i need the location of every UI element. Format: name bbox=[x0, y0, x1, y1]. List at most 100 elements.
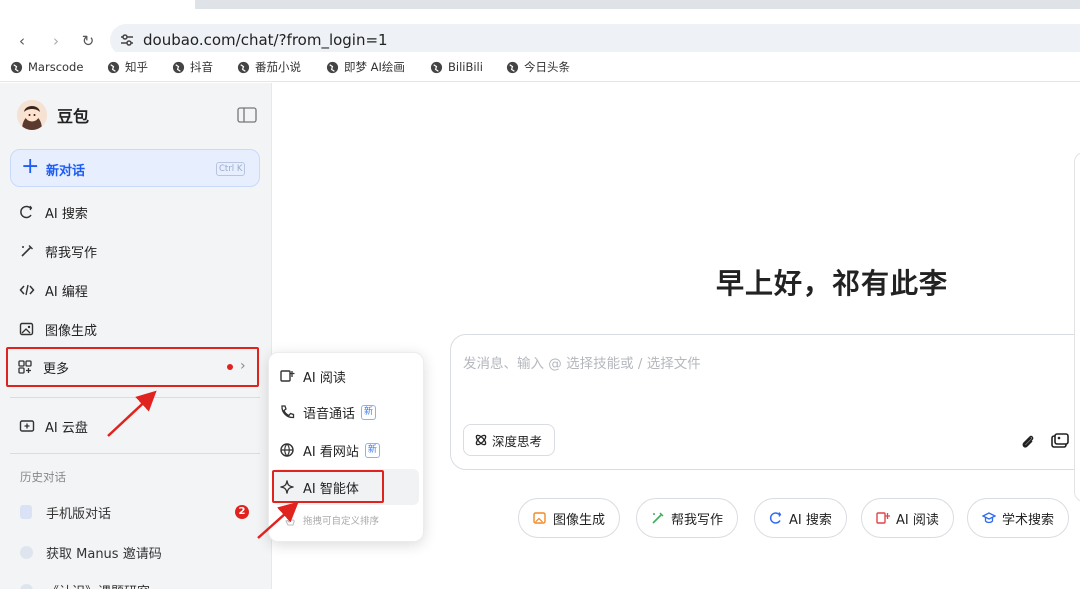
site-settings-icon[interactable] bbox=[118, 31, 136, 49]
globe-icon bbox=[237, 61, 250, 73]
globe-icon bbox=[326, 61, 339, 73]
sidebar-divider bbox=[10, 397, 260, 398]
plus-icon: + bbox=[21, 154, 40, 179]
chat-input-card[interactable]: 发消息、输入 @ 选择技能或 / 选择文件 深度思考 bbox=[450, 334, 1080, 470]
menu-item-label: AI 阅读 bbox=[303, 370, 346, 386]
grid-icon bbox=[18, 360, 32, 374]
new-chat-label: 新对话 bbox=[46, 164, 86, 179]
url-text[interactable]: doubao.com/chat/?from_login=1 bbox=[143, 29, 388, 51]
sidebar-item-ai-search[interactable]: AI 搜索 bbox=[10, 195, 260, 229]
cloud-drive-icon bbox=[19, 420, 35, 432]
shortcut-hint: Ctrl K bbox=[216, 162, 246, 176]
more-menu: AI 阅读 语音通话 新 AI 看网站 新 AI 智能体 拖拽可自定义排序 bbox=[268, 352, 424, 542]
ai-search-icon bbox=[20, 205, 33, 219]
bookmark-marscode[interactable]: Marscode bbox=[10, 59, 83, 75]
new-chat-button[interactable]: + 新对话 Ctrl K bbox=[10, 149, 260, 187]
web-icon bbox=[280, 443, 294, 457]
drag-hand-icon bbox=[285, 515, 295, 526]
sidebar-item-coding[interactable]: AI 编程 bbox=[10, 273, 260, 307]
new-badge: 新 bbox=[361, 404, 377, 420]
history-item[interactable]: 手机版对话 bbox=[20, 501, 111, 523]
quick-chip-image-gen[interactable]: 图像生成 bbox=[518, 498, 621, 538]
phone-icon bbox=[20, 505, 32, 519]
sidebar-toggle-icon[interactable] bbox=[237, 107, 257, 123]
deep-think-label: 深度思考 bbox=[492, 433, 543, 449]
phone-call-icon bbox=[281, 405, 295, 419]
sidebar-item-label: AI 云盘 bbox=[45, 420, 88, 436]
sidebar-divider bbox=[10, 453, 260, 454]
bookmark-bilibili[interactable]: BiliBili bbox=[430, 59, 483, 75]
bookmark-fanqie[interactable]: 番茄小说 bbox=[237, 59, 301, 75]
chevron-right-icon: › bbox=[240, 358, 246, 374]
bookmark-toutiao[interactable]: 今日头条 bbox=[506, 59, 570, 75]
globe-icon bbox=[172, 61, 185, 73]
image-icon bbox=[19, 322, 34, 336]
avatar-face-icon bbox=[17, 100, 47, 130]
chat-bubble-icon bbox=[20, 545, 33, 559]
tab-strip-background bbox=[195, 0, 1080, 9]
atom-icon bbox=[475, 434, 487, 446]
quick-chip-writing[interactable]: 帮我写作 bbox=[636, 498, 739, 538]
unread-badge: 2 bbox=[235, 505, 249, 519]
reload-icon[interactable]: ↻ bbox=[78, 31, 98, 51]
menu-item-ai-website[interactable]: AI 看网站 新 bbox=[279, 436, 380, 464]
sidebar-item-image-gen[interactable]: 图像生成 bbox=[10, 312, 260, 346]
quick-chip-academic-search[interactable]: 学术搜索 bbox=[967, 498, 1070, 538]
globe-icon bbox=[430, 61, 443, 73]
history-title: 历史对话 bbox=[20, 470, 66, 484]
sidebar-item-writing[interactable]: 帮我写作 bbox=[10, 234, 260, 268]
tab-strip bbox=[0, 0, 1080, 10]
menu-item-label: 语音通话 bbox=[303, 406, 356, 422]
deep-think-button[interactable]: 深度思考 bbox=[463, 424, 556, 456]
avatar[interactable] bbox=[17, 100, 47, 130]
attach-icon[interactable] bbox=[1019, 433, 1037, 451]
pen-icon bbox=[652, 512, 664, 524]
globe-icon bbox=[107, 61, 120, 73]
menu-item-ai-reading[interactable]: AI 阅读 bbox=[279, 362, 346, 390]
quick-chip-ai-reading[interactable]: AI 阅读 bbox=[861, 498, 954, 538]
forward-icon[interactable]: › bbox=[46, 31, 66, 51]
notification-dot bbox=[227, 364, 233, 370]
history-item-label[interactable]: 《认识》课题研究 bbox=[46, 581, 150, 589]
sidebar-item-label: 帮我写作 bbox=[45, 245, 98, 261]
address-bar-row: ‹ › ↻ doubao.com/chat/?from_login=1 bbox=[0, 10, 1080, 56]
image-upload-icon[interactable] bbox=[1051, 433, 1069, 449]
menu-item-label: AI 看网站 bbox=[303, 444, 359, 460]
chip-label: 帮我写作 bbox=[671, 512, 724, 528]
chip-label: AI 阅读 bbox=[896, 512, 939, 528]
brand-name: 豆包 bbox=[57, 107, 90, 126]
reading-icon bbox=[280, 370, 295, 382]
bookmarks-bar: Marscode 知乎 抖音 番茄小说 即梦 AI绘画 BiliBili 今日头… bbox=[0, 52, 1080, 82]
chip-label: 图像生成 bbox=[553, 512, 606, 528]
pen-icon bbox=[21, 245, 33, 257]
sidebar-item-label: 图像生成 bbox=[45, 323, 98, 339]
sidebar: 豆包 + 新对话 Ctrl K AI 搜索 帮我写作 AI 编程 图像生成 更多… bbox=[0, 83, 272, 589]
greeting-title: 早上好，祁有此李 bbox=[716, 267, 949, 300]
history-item-label[interactable]: 手机版对话 bbox=[46, 503, 111, 522]
bookmark-zhihu[interactable]: 知乎 bbox=[107, 59, 148, 75]
sidebar-item-more[interactable]: 更多 › bbox=[6, 347, 259, 387]
image-gen-icon bbox=[533, 512, 546, 524]
history-item[interactable]: 获取 Manus 邀请码 bbox=[20, 541, 162, 563]
history-item-label[interactable]: 获取 Manus 邀请码 bbox=[46, 543, 162, 562]
drag-hint-text: 拖拽可自定义排序 bbox=[303, 516, 380, 527]
side-panel-edge bbox=[1074, 152, 1080, 502]
sidebar-item-label: 更多 bbox=[43, 361, 70, 377]
quick-chip-ai-search[interactable]: AI 搜索 bbox=[754, 498, 847, 538]
chat-input-placeholder[interactable]: 发消息、输入 @ 选择技能或 / 选择文件 bbox=[463, 352, 701, 372]
menu-item-voice-call[interactable]: 语音通话 新 bbox=[279, 398, 377, 426]
chip-label: 学术搜索 bbox=[1002, 512, 1055, 528]
bookmark-douyin[interactable]: 抖音 bbox=[172, 59, 213, 75]
history-item[interactable]: 《认识》课题研究 bbox=[20, 579, 150, 589]
bookmark-jimeng[interactable]: 即梦 AI绘画 bbox=[326, 59, 405, 75]
chip-label: AI 搜索 bbox=[789, 512, 832, 528]
reading-icon bbox=[876, 512, 890, 524]
back-icon[interactable]: ‹ bbox=[12, 31, 32, 51]
chat-bubble-icon bbox=[20, 583, 33, 589]
new-badge: 新 bbox=[364, 442, 380, 458]
drag-hint: 拖拽可自定义排序 bbox=[283, 513, 379, 527]
sidebar-item-cloud-drive[interactable]: AI 云盘 bbox=[10, 409, 260, 443]
annotation-highlight-box bbox=[272, 470, 384, 503]
ai-search-icon bbox=[769, 512, 782, 524]
code-icon bbox=[19, 284, 35, 296]
